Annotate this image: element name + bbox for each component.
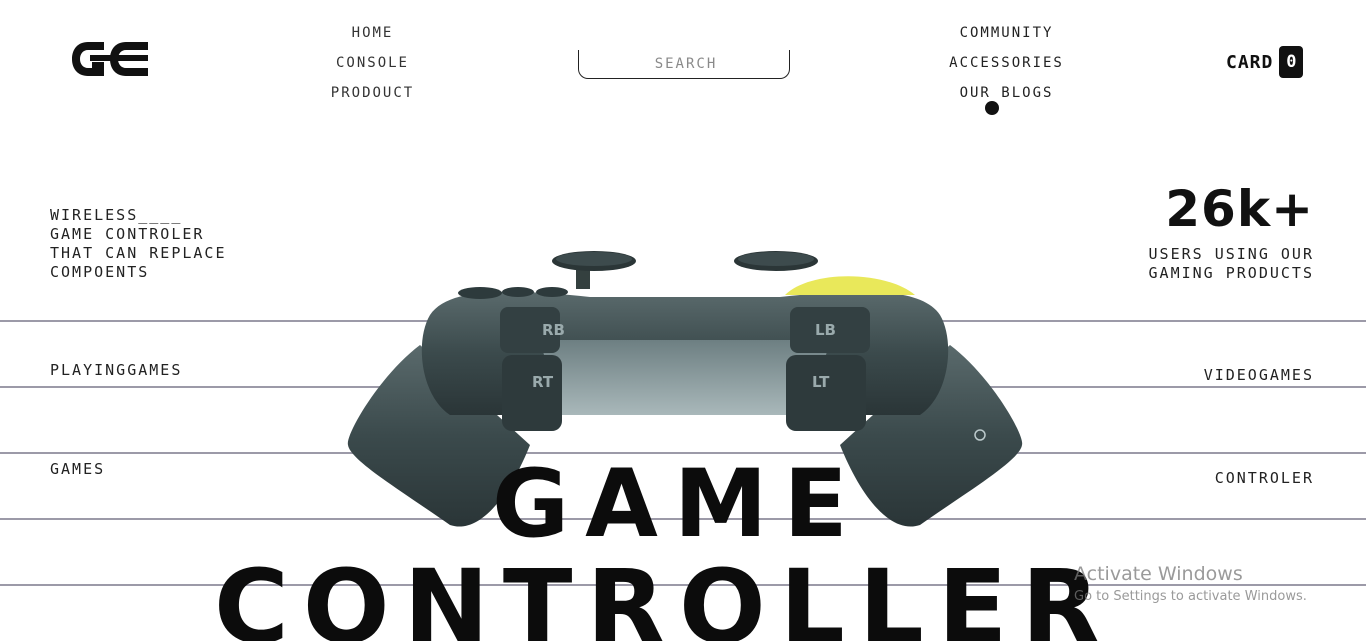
- cart-label: CARD: [1226, 51, 1274, 73]
- nav-product[interactable]: PRODOUCT: [300, 84, 445, 114]
- search-input[interactable]: [579, 50, 793, 78]
- windows-activation-title: Activate Windows: [1074, 563, 1243, 585]
- rt-label: RT: [532, 373, 554, 391]
- lb-label: LB: [815, 321, 836, 339]
- brand-logo[interactable]: GC: [70, 38, 150, 80]
- users-stat-label: USERS USING OUR GAMING PRODUCTS: [1149, 245, 1314, 283]
- cart-count-badge: 0: [1279, 46, 1304, 78]
- search-box: [578, 50, 793, 79]
- hero-tagline: WIRELESS____ GAME CONTROLER THAT CAN REP…: [50, 206, 227, 282]
- lt-label: LT: [812, 373, 830, 391]
- rb-label: RB: [542, 321, 565, 339]
- active-nav-indicator: [985, 101, 999, 115]
- tagline-line: WIRELESS____: [50, 206, 183, 224]
- landing-page: GC HOME CONSOLE PRODOUCT COMMUNITY ACCES…: [0, 0, 1366, 641]
- nav-console[interactable]: CONSOLE: [300, 54, 445, 84]
- category-videogames[interactable]: VIDEOGAMES: [1204, 366, 1314, 384]
- primary-nav-right: COMMUNITY ACCESSORIES OUR BLOGS: [930, 24, 1083, 114]
- stat-label-line: USERS USING OUR: [1148, 245, 1314, 263]
- primary-nav-left: HOME CONSOLE PRODOUCT: [300, 24, 445, 114]
- category-playinggames[interactable]: PLAYINGGAMES: [50, 361, 182, 379]
- tagline-line: GAME CONTROLER: [50, 225, 205, 243]
- windows-activation-subtitle: Go to Settings to activate Windows.: [1074, 589, 1307, 604]
- hero-headline-game: GAME: [492, 450, 864, 559]
- tagline-line: COMPOENTS: [50, 263, 150, 281]
- stat-label-line: GAMING PRODUCTS: [1148, 264, 1314, 282]
- nav-community[interactable]: COMMUNITY: [930, 24, 1083, 54]
- nav-home[interactable]: HOME: [300, 24, 445, 54]
- nav-our-blogs[interactable]: OUR BLOGS: [930, 84, 1083, 114]
- category-controler[interactable]: CONTROLER: [1215, 469, 1314, 487]
- nav-accessories[interactable]: ACCESSORIES: [930, 54, 1083, 84]
- users-stat-value: 26k+: [1165, 180, 1314, 238]
- category-games[interactable]: GAMES: [50, 460, 105, 478]
- tagline-line: THAT CAN REPLACE: [50, 244, 227, 262]
- hero-headline-controller: CONTROLLER: [214, 548, 1114, 641]
- cart-button[interactable]: CARD 0: [1226, 46, 1304, 78]
